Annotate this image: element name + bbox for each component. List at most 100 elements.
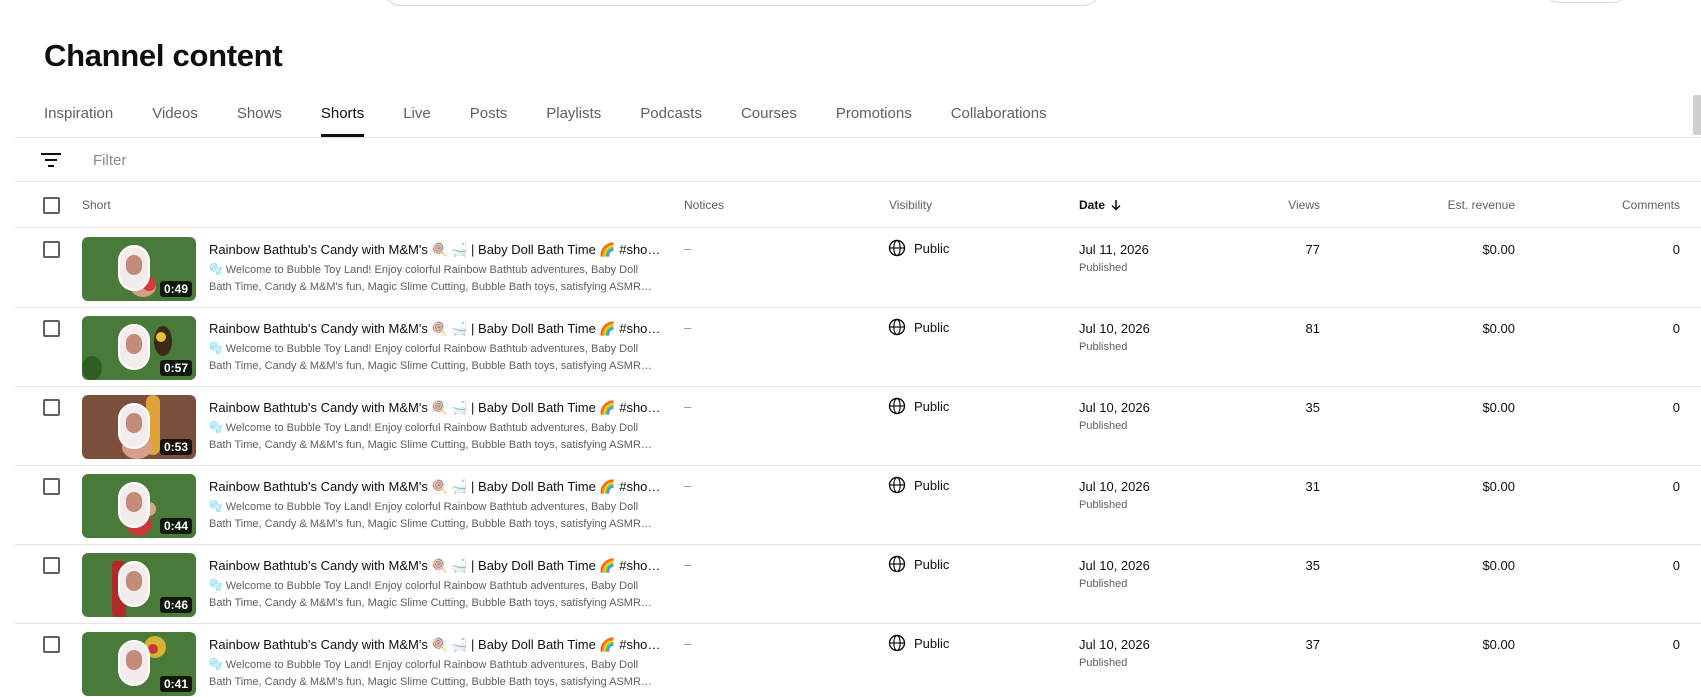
page-title: Channel content bbox=[44, 38, 283, 73]
column-header-revenue[interactable]: Est. revenue bbox=[1415, 198, 1515, 212]
video-description: 🫧 Welcome to Bubble Toy Land! Enjoy colo… bbox=[209, 343, 652, 372]
revenue-value: $0.00 bbox=[1482, 558, 1515, 573]
video-thumbnail[interactable]: 0:53 bbox=[82, 395, 196, 459]
views-value: 77 bbox=[1305, 242, 1320, 257]
comments-value: 0 bbox=[1672, 637, 1680, 652]
notice-value: – bbox=[684, 478, 692, 493]
tab-shows[interactable]: Shows bbox=[237, 92, 282, 137]
table-row[interactable]: 0:41 Rainbow Bathtub's Candy with M&M's … bbox=[15, 624, 1701, 697]
visibility-dropdown[interactable]: Public bbox=[888, 397, 949, 415]
publish-status: Published bbox=[1079, 499, 1128, 511]
tab-inspiration[interactable]: Inspiration bbox=[44, 92, 113, 137]
content-tabs: Inspiration Videos Shows Shorts Live Pos… bbox=[44, 92, 1086, 137]
globe-icon bbox=[888, 318, 906, 336]
video-description: 🫧 Welcome to Bubble Toy Land! Enjoy colo… bbox=[209, 659, 652, 688]
header-button[interactable] bbox=[1543, 0, 1629, 3]
video-title[interactable]: Rainbow Bathtub's Candy with M&M's 🍭 🛁 |… bbox=[209, 321, 659, 337]
visibility-label: Public bbox=[914, 635, 950, 651]
visibility-label: Public bbox=[914, 398, 950, 414]
video-duration: 0:46 bbox=[159, 597, 192, 613]
tab-shorts[interactable]: Shorts bbox=[320, 92, 365, 137]
views-value: 35 bbox=[1305, 400, 1320, 415]
video-title[interactable]: Rainbow Bathtub's Candy with M&M's 🍭 🛁 |… bbox=[209, 558, 659, 574]
video-duration: 0:49 bbox=[159, 281, 192, 297]
globe-icon bbox=[888, 239, 906, 257]
tab-collaborations[interactable]: Collaborations bbox=[951, 92, 1047, 137]
column-header-notices[interactable]: Notices bbox=[684, 198, 724, 212]
column-header-date[interactable]: Date bbox=[1079, 198, 1123, 212]
video-duration: 0:57 bbox=[159, 360, 192, 376]
tab-courses[interactable]: Courses bbox=[741, 92, 797, 137]
table-row[interactable]: 0:53 Rainbow Bathtub's Candy with M&M's … bbox=[15, 387, 1701, 466]
video-title[interactable]: Rainbow Bathtub's Candy with M&M's 🍭 🛁 |… bbox=[209, 479, 659, 495]
column-header-short[interactable]: Short bbox=[82, 198, 111, 212]
video-title[interactable]: Rainbow Bathtub's Candy with M&M's 🍭 🛁 |… bbox=[209, 637, 659, 653]
tab-podcasts[interactable]: Podcasts bbox=[640, 92, 702, 137]
scrollbar-handle[interactable] bbox=[1693, 95, 1701, 135]
table-row[interactable]: 0:46 Rainbow Bathtub's Candy with M&M's … bbox=[15, 545, 1701, 624]
table-row[interactable]: 0:57 Rainbow Bathtub's Candy with M&M's … bbox=[15, 308, 1701, 387]
publish-status: Published bbox=[1079, 262, 1128, 274]
revenue-value: $0.00 bbox=[1482, 479, 1515, 494]
row-checkbox[interactable] bbox=[43, 478, 60, 495]
tab-videos[interactable]: Videos bbox=[152, 92, 198, 137]
tab-promotions[interactable]: Promotions bbox=[836, 92, 912, 137]
video-thumbnail[interactable]: 0:46 bbox=[82, 553, 196, 617]
date-value: Jul 10, 2026 bbox=[1079, 637, 1150, 652]
notice-value: – bbox=[684, 241, 692, 256]
revenue-value: $0.00 bbox=[1482, 400, 1515, 415]
revenue-value: $0.00 bbox=[1482, 242, 1515, 257]
select-all-checkbox[interactable] bbox=[43, 197, 60, 214]
visibility-label: Public bbox=[914, 556, 950, 572]
video-description: 🫧 Welcome to Bubble Toy Land! Enjoy colo… bbox=[209, 580, 652, 609]
video-title[interactable]: Rainbow Bathtub's Candy with M&M's 🍭 🛁 |… bbox=[209, 242, 659, 258]
date-value: Jul 10, 2026 bbox=[1079, 321, 1150, 336]
video-thumbnail[interactable]: 0:44 bbox=[82, 474, 196, 538]
date-value: Jul 10, 2026 bbox=[1079, 479, 1150, 494]
visibility-dropdown[interactable]: Public bbox=[888, 634, 949, 652]
table-row[interactable]: 0:49 Rainbow Bathtub's Candy with M&M's … bbox=[15, 229, 1701, 308]
views-value: 35 bbox=[1305, 558, 1320, 573]
filter-bar bbox=[15, 138, 1701, 182]
globe-icon bbox=[888, 397, 906, 415]
top-header-remnant bbox=[0, 0, 1701, 8]
video-title[interactable]: Rainbow Bathtub's Candy with M&M's 🍭 🛁 |… bbox=[209, 400, 659, 416]
column-header-views[interactable]: Views bbox=[1270, 198, 1320, 212]
notice-value: – bbox=[684, 636, 692, 651]
filter-icon[interactable] bbox=[41, 152, 61, 168]
column-header-visibility[interactable]: Visibility bbox=[889, 198, 932, 212]
filter-input[interactable] bbox=[93, 148, 393, 172]
visibility-dropdown[interactable]: Public bbox=[888, 318, 949, 336]
video-description: 🫧 Welcome to Bubble Toy Land! Enjoy colo… bbox=[209, 422, 652, 451]
search-box[interactable] bbox=[383, 0, 1101, 6]
visibility-label: Public bbox=[914, 240, 950, 256]
video-duration: 0:41 bbox=[159, 676, 192, 692]
comments-value: 0 bbox=[1672, 558, 1680, 573]
row-checkbox[interactable] bbox=[43, 557, 60, 574]
date-value: Jul 10, 2026 bbox=[1079, 400, 1150, 415]
row-checkbox[interactable] bbox=[43, 636, 60, 653]
tab-playlists[interactable]: Playlists bbox=[546, 92, 601, 137]
video-thumbnail[interactable]: 0:41 bbox=[82, 632, 196, 696]
video-description: 🫧 Welcome to Bubble Toy Land! Enjoy colo… bbox=[209, 501, 652, 530]
table-header: Short Notices Visibility Date Views Est.… bbox=[15, 183, 1701, 228]
visibility-dropdown[interactable]: Public bbox=[888, 476, 949, 494]
notice-value: – bbox=[684, 320, 692, 335]
revenue-value: $0.00 bbox=[1482, 637, 1515, 652]
row-checkbox[interactable] bbox=[43, 399, 60, 416]
globe-icon bbox=[888, 476, 906, 494]
row-checkbox[interactable] bbox=[43, 320, 60, 337]
table-row[interactable]: 0:44 Rainbow Bathtub's Candy with M&M's … bbox=[15, 466, 1701, 545]
video-thumbnail[interactable]: 0:57 bbox=[82, 316, 196, 380]
arrow-down-icon bbox=[1111, 200, 1121, 211]
tab-posts[interactable]: Posts bbox=[470, 92, 508, 137]
row-checkbox[interactable] bbox=[43, 241, 60, 258]
comments-value: 0 bbox=[1672, 321, 1680, 336]
publish-status: Published bbox=[1079, 420, 1128, 432]
tab-live[interactable]: Live bbox=[403, 92, 431, 137]
video-thumbnail[interactable]: 0:49 bbox=[82, 237, 196, 301]
column-header-comments[interactable]: Comments bbox=[1615, 198, 1680, 212]
visibility-dropdown[interactable]: Public bbox=[888, 239, 949, 257]
publish-status: Published bbox=[1079, 578, 1128, 590]
visibility-dropdown[interactable]: Public bbox=[888, 555, 949, 573]
